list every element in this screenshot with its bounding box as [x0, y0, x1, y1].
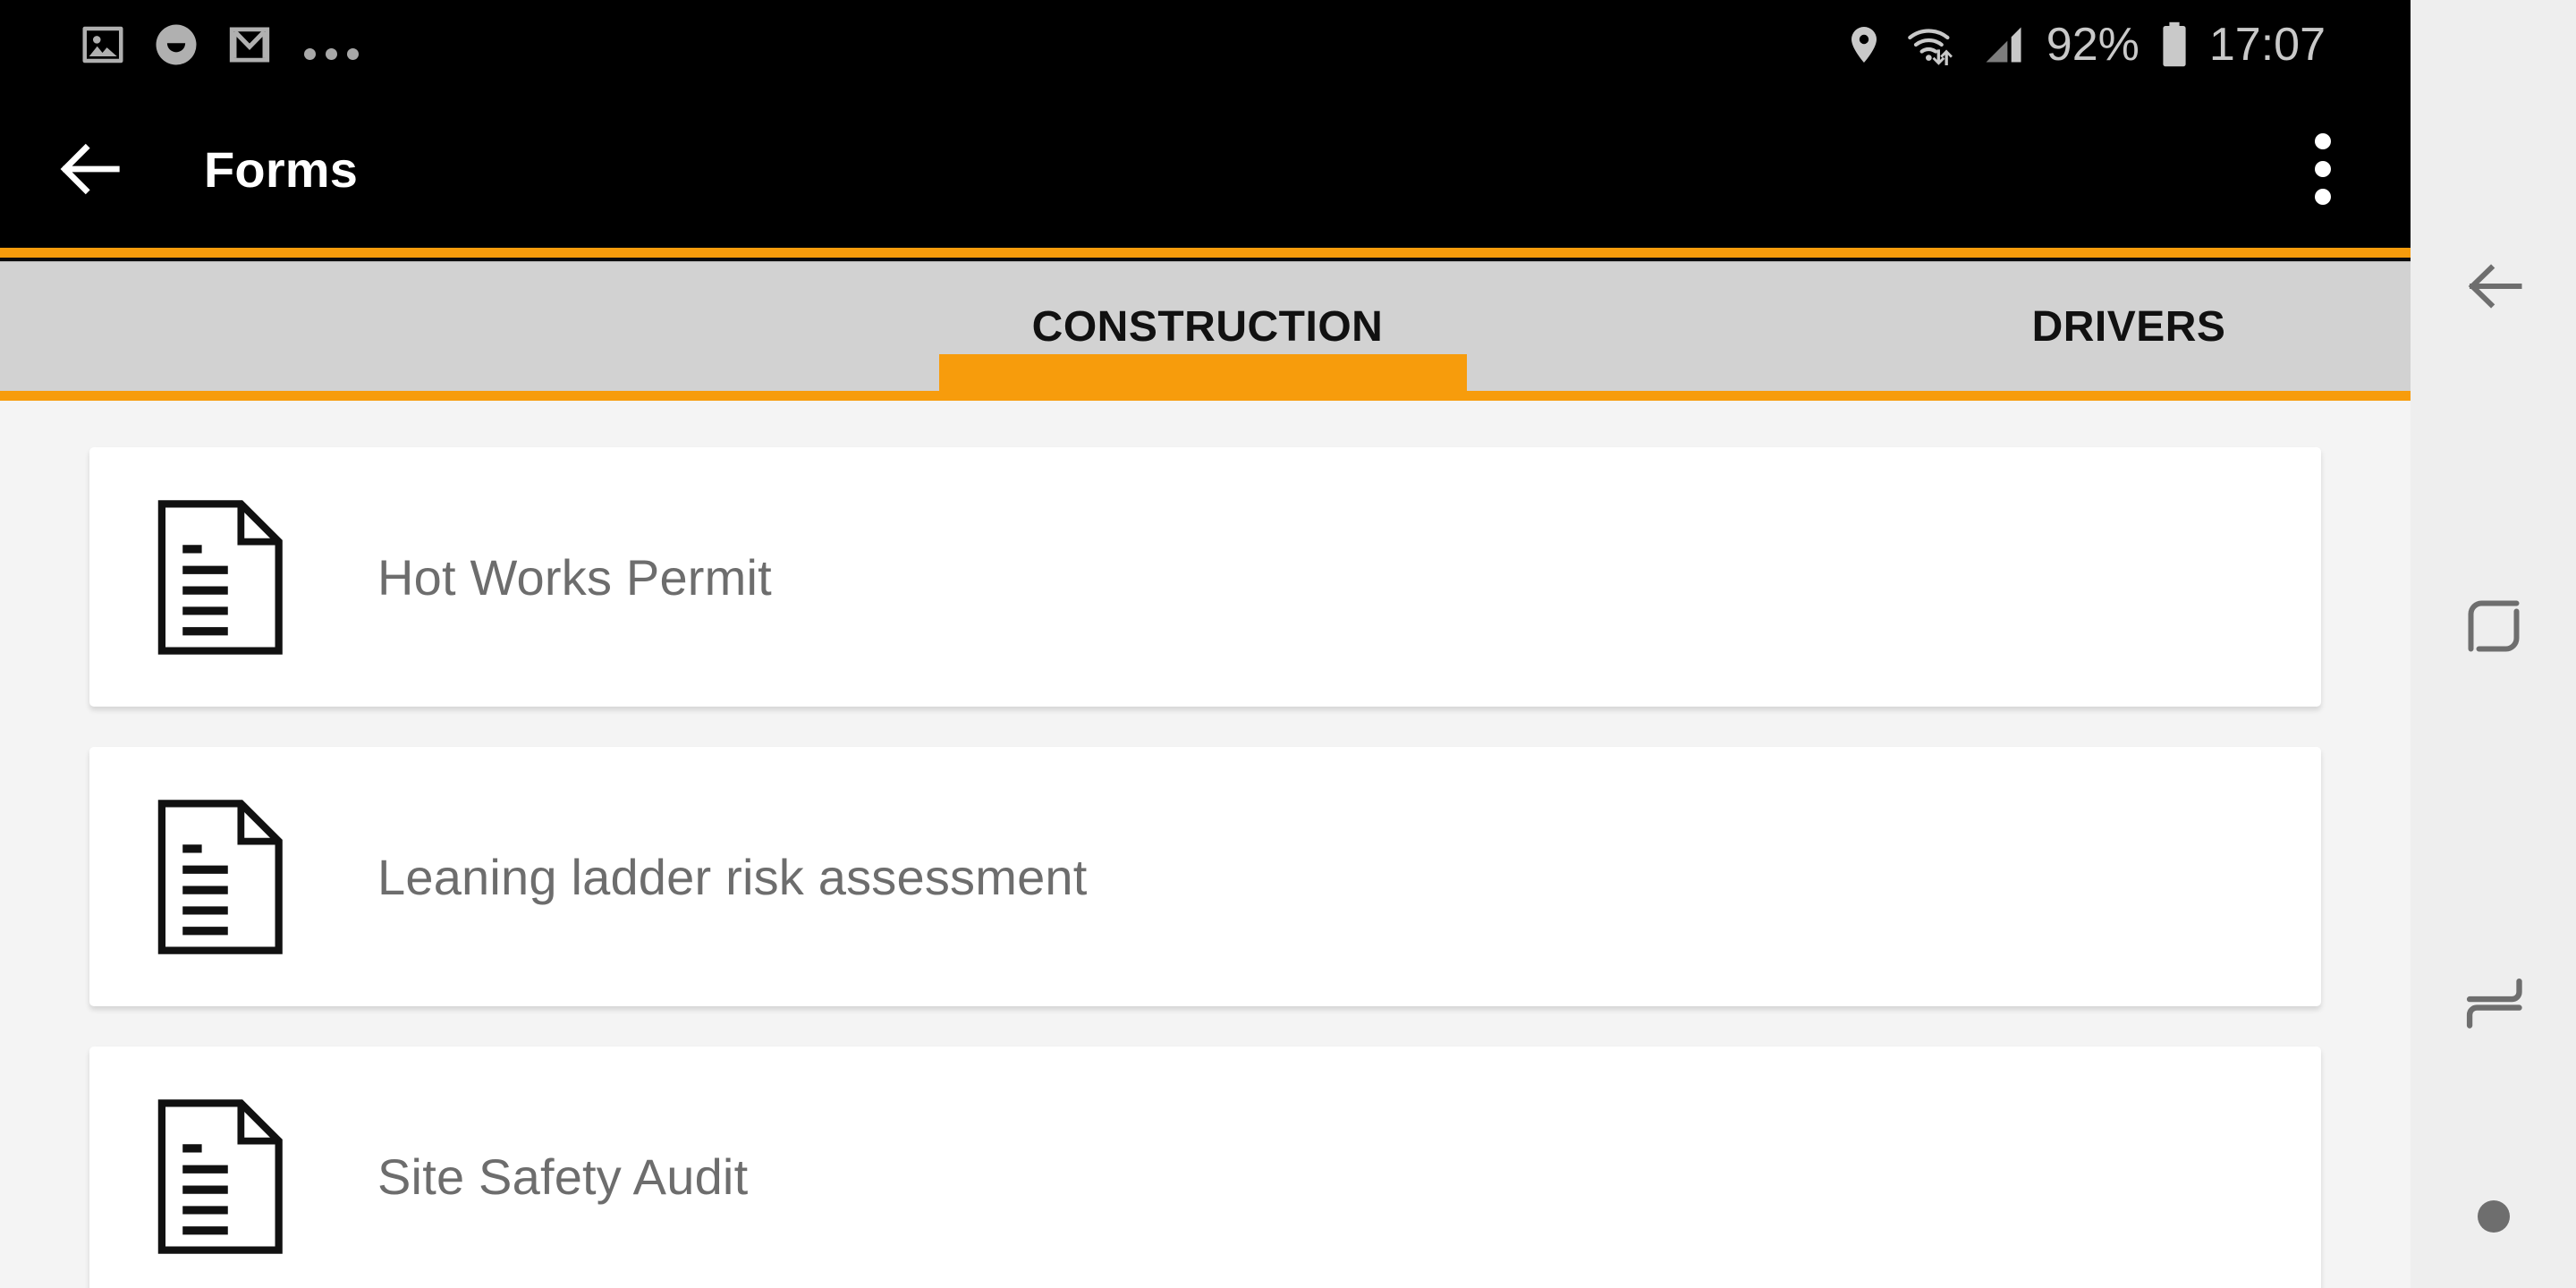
wifi-icon	[1907, 29, 1953, 66]
gmail-icon	[229, 27, 270, 63]
battery-icon	[2163, 21, 2186, 67]
list-item[interactable]: Site Safety Audit	[89, 1046, 2321, 1288]
accent-divider-top	[0, 248, 2411, 258]
phone-viewport: 92% 17:07 Forms CONSTRUCTION DRIVERS Hot…	[0, 0, 2411, 1288]
overflow-dot	[2315, 133, 2331, 149]
overflow-dot	[2315, 161, 2331, 177]
recent-apps-icon	[2468, 600, 2519, 652]
status-bar: 92% 17:07	[0, 0, 2411, 89]
back-button[interactable]	[52, 134, 129, 204]
smiley-face-icon	[156, 24, 197, 65]
nav-home-button[interactable]	[2411, 1163, 2576, 1270]
back-arrow-icon	[60, 143, 120, 195]
overflow-dot	[2315, 189, 2331, 205]
document-icon	[157, 799, 283, 954]
system-nav-sidebar	[2411, 0, 2576, 1288]
battery-percent-label: 92%	[2046, 19, 2140, 71]
accent-divider-bottom	[0, 391, 2411, 401]
list-item-label: Hot Works Permit	[377, 548, 772, 606]
forms-list: Hot Works Permit Leaning ladder risk ass…	[0, 401, 2411, 1288]
more-notifications-dots-icon	[304, 47, 359, 60]
status-bar-notifications	[79, 0, 359, 89]
document-icon	[157, 1098, 283, 1254]
list-item[interactable]: Leaning ladder risk assessment	[89, 747, 2321, 1006]
list-item-label: Leaning ladder risk assessment	[377, 848, 1088, 905]
image-icon	[82, 26, 123, 64]
nav-split-screen-button[interactable]	[2411, 953, 2576, 1060]
status-bar-system: 92% 17:07	[1843, 0, 2326, 89]
list-item-label: Site Safety Audit	[377, 1148, 749, 1205]
page-title: Forms	[204, 140, 359, 198]
back-arrow-icon	[2468, 264, 2521, 309]
cellular-signal-icon	[1986, 27, 2021, 63]
nav-recent-apps-button[interactable]	[2411, 572, 2576, 680]
location-pin-icon	[1851, 27, 1877, 63]
home-dot-icon	[2477, 1200, 2510, 1233]
document-icon	[157, 499, 283, 655]
split-screen-icon	[2466, 978, 2522, 1029]
app-bar: Forms	[0, 89, 2411, 248]
clock-label: 17:07	[2208, 19, 2326, 71]
list-item[interactable]: Hot Works Permit	[89, 447, 2321, 707]
nav-back-button[interactable]	[2411, 233, 2576, 340]
tab-drivers[interactable]: DRIVERS	[1726, 262, 2411, 392]
active-tab-indicator	[939, 354, 1467, 391]
screen-root: 92% 17:07 Forms CONSTRUCTION DRIVERS Hot…	[0, 0, 2576, 1288]
overflow-menu-button[interactable]	[2287, 132, 2359, 206]
